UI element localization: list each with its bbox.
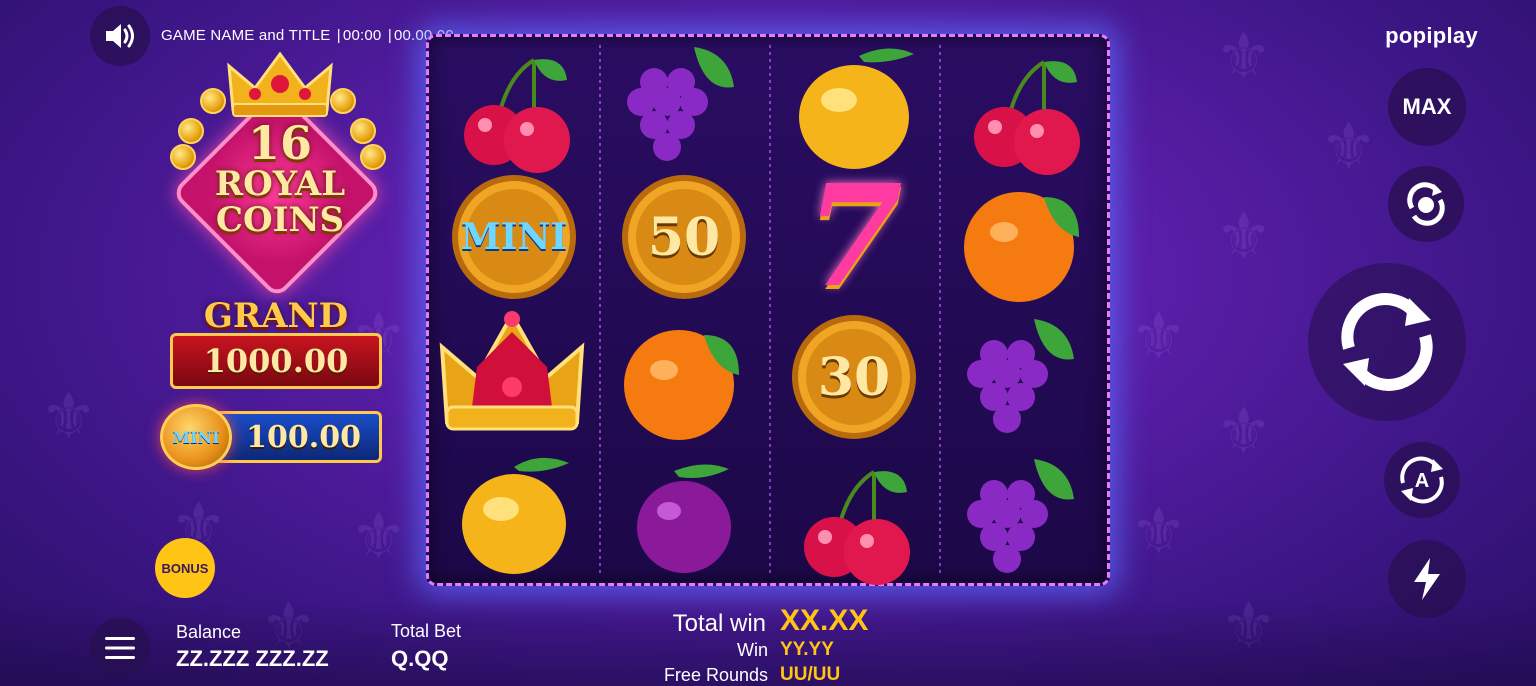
fleur-decoration: ⚜ xyxy=(1130,300,1188,374)
grapes-symbol xyxy=(949,449,1099,579)
coin-50-label: 50 xyxy=(647,206,721,268)
bottom-bar xyxy=(0,600,1536,686)
fleur-decoration: ⚜ xyxy=(40,380,98,454)
orange-symbol xyxy=(949,177,1099,307)
plum-symbol xyxy=(609,449,759,579)
spin-options-button[interactable] xyxy=(1388,166,1464,242)
fleur-decoration: ⚜ xyxy=(1215,200,1273,274)
reel-separator xyxy=(599,45,601,575)
grand-jackpot-value: 1000.00 xyxy=(170,333,382,389)
total-bet-value: Q.QQ xyxy=(391,646,449,671)
reel-separator xyxy=(939,45,941,575)
free-rounds-label: Free Rounds xyxy=(663,665,768,685)
autoplay-button[interactable]: A xyxy=(1384,442,1460,518)
seven-label: 7 xyxy=(805,155,903,319)
menu-button[interactable] xyxy=(90,618,150,678)
max-bet-button[interactable]: MAX xyxy=(1388,68,1466,146)
logo-title: ROYAL COINS xyxy=(160,166,400,238)
balance-value: ZZ.ZZZ ZZZ.ZZ xyxy=(176,646,329,671)
coin-30-symbol: 30 xyxy=(779,312,929,442)
speaker-icon xyxy=(106,24,134,48)
svg-text:A: A xyxy=(1415,470,1429,492)
lemon-symbol xyxy=(439,449,589,579)
fleur-decoration: ⚜ xyxy=(1130,495,1188,569)
mini-jackpot-coin: MINI xyxy=(160,404,232,470)
total-win-value: XX.XX xyxy=(780,604,869,637)
coin-50-symbol: 50 xyxy=(609,172,759,302)
mini-coin-label: MINI xyxy=(460,216,568,258)
lemon-symbol xyxy=(779,42,929,172)
free-rounds-value: UU/UU xyxy=(780,664,841,685)
grapes-symbol xyxy=(609,37,759,167)
brand-logo: popiplay xyxy=(1385,23,1478,48)
crown-icon xyxy=(227,51,333,117)
reel-separator xyxy=(769,45,771,575)
logo-title-line1: ROYAL xyxy=(214,164,346,204)
cherry-symbol xyxy=(439,45,589,175)
logo-number: 16 xyxy=(247,116,312,170)
seven-symbol: 7 xyxy=(779,155,929,319)
logo-title-line2: COINS xyxy=(215,200,345,240)
grapes-symbol xyxy=(949,309,1099,439)
total-bet-label: Total Bet xyxy=(391,621,462,641)
win-label: Win xyxy=(737,640,768,660)
spin-options-icon xyxy=(1407,182,1445,226)
lightning-icon xyxy=(1414,558,1440,600)
fleur-decoration: ⚜ xyxy=(1215,20,1273,94)
grand-jackpot-label: GRAND xyxy=(203,296,349,336)
win-value: YY.YY xyxy=(780,639,834,660)
fleur-decoration: ⚜ xyxy=(1320,110,1378,184)
coin-30-label: 30 xyxy=(817,346,891,408)
game-logo: 16 ROYAL COINS xyxy=(160,40,400,300)
fleur-decoration: ⚜ xyxy=(350,500,408,574)
crown-symbol xyxy=(437,307,587,437)
reel-grid: MINI 50 7 30 xyxy=(426,34,1110,586)
sound-button[interactable] xyxy=(90,6,150,66)
cherry-symbol xyxy=(779,457,929,587)
orange-symbol xyxy=(609,315,759,445)
autoplay-icon: A xyxy=(1400,456,1444,504)
bonus-button[interactable]: BONUS xyxy=(155,538,215,598)
balance-label: Balance xyxy=(176,622,242,642)
logo-coin xyxy=(200,88,226,114)
hamburger-icon xyxy=(105,637,135,659)
spin-button[interactable] xyxy=(1308,263,1466,421)
total-win-label: Total win xyxy=(672,610,766,637)
spin-arrows-icon xyxy=(1341,293,1433,391)
mini-coin-symbol: MINI xyxy=(439,172,589,302)
mini-jackpot-value: 100.00 xyxy=(212,411,382,463)
cherry-symbol xyxy=(949,47,1099,177)
fleur-decoration: ⚜ xyxy=(1215,395,1273,469)
